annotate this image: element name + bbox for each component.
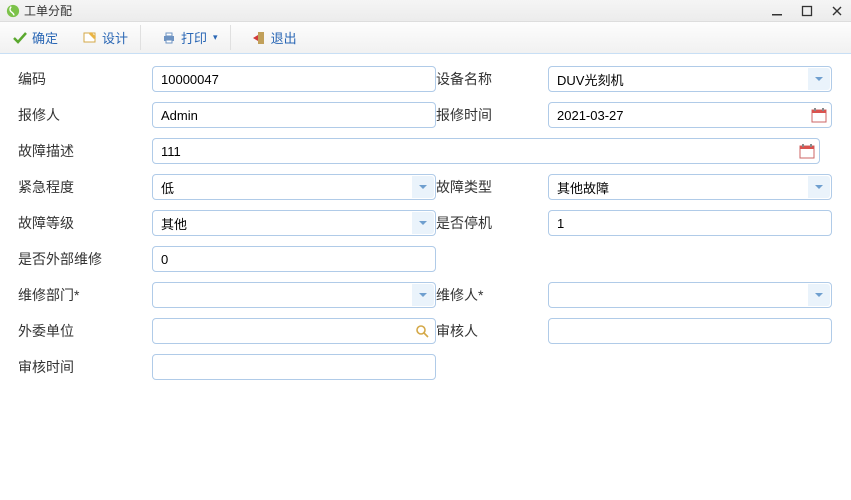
check-icon bbox=[12, 30, 28, 46]
app-icon bbox=[6, 4, 20, 18]
code-field[interactable] bbox=[152, 66, 436, 92]
label-code: 编码 bbox=[18, 69, 152, 89]
repair-dept-field[interactable] bbox=[152, 282, 436, 308]
label-repair-dept: 维修部门* bbox=[18, 285, 152, 305]
is-stopped-input[interactable] bbox=[557, 211, 823, 235]
calendar-icon[interactable] bbox=[799, 143, 815, 159]
search-icon[interactable] bbox=[415, 324, 429, 338]
confirm-label: 确定 bbox=[32, 28, 58, 47]
urgency-dropdown-icon[interactable] bbox=[412, 176, 434, 198]
minimize-button[interactable] bbox=[769, 3, 785, 19]
close-button[interactable] bbox=[829, 3, 845, 19]
urgency-field[interactable] bbox=[152, 174, 436, 200]
label-is-stopped: 是否停机 bbox=[436, 213, 548, 233]
window-title: 工单分配 bbox=[24, 2, 769, 19]
design-button[interactable]: 设计 bbox=[78, 25, 141, 50]
maximize-button[interactable] bbox=[799, 3, 815, 19]
fault-level-dropdown-icon[interactable] bbox=[412, 212, 434, 234]
label-urgency: 紧急程度 bbox=[18, 177, 152, 197]
report-time-input[interactable] bbox=[557, 103, 823, 127]
label-repairer: 维修人* bbox=[436, 285, 548, 305]
audit-time-input[interactable] bbox=[161, 355, 427, 379]
calendar-icon[interactable] bbox=[811, 107, 827, 123]
print-button[interactable]: 打印 ▾ bbox=[157, 25, 231, 50]
exit-label: 退出 bbox=[271, 28, 297, 47]
exit-button[interactable]: 退出 bbox=[247, 25, 301, 50]
device-name-dropdown-icon[interactable] bbox=[808, 68, 830, 90]
fault-type-input[interactable] bbox=[557, 175, 823, 199]
auditor-input[interactable] bbox=[557, 319, 823, 343]
label-fault-type: 故障类型 bbox=[436, 177, 548, 197]
exit-icon bbox=[251, 30, 267, 46]
repairer-input[interactable] bbox=[557, 283, 823, 307]
is-external-input[interactable] bbox=[161, 247, 427, 271]
fault-desc-field[interactable] bbox=[152, 138, 820, 164]
print-label: 打印 bbox=[181, 28, 207, 47]
outsource-unit-input[interactable] bbox=[161, 319, 427, 343]
confirm-button[interactable]: 确定 bbox=[8, 25, 62, 50]
label-outsource-unit: 外委单位 bbox=[18, 321, 152, 341]
outsource-unit-field[interactable] bbox=[152, 318, 436, 344]
form-area: 编码 设备名称 报修人 报修时间 故障描述 紧急程度 故障类型 故障等级 是否停… bbox=[0, 54, 851, 398]
fault-level-field[interactable] bbox=[152, 210, 436, 236]
label-auditor: 审核人 bbox=[436, 321, 548, 341]
repairer-field[interactable] bbox=[548, 282, 832, 308]
label-device-name: 设备名称 bbox=[436, 69, 548, 89]
report-time-field[interactable] bbox=[548, 102, 832, 128]
reporter-input[interactable] bbox=[161, 103, 427, 127]
design-icon bbox=[82, 30, 98, 46]
fault-type-field[interactable] bbox=[548, 174, 832, 200]
fault-desc-input[interactable] bbox=[161, 139, 811, 163]
reporter-field[interactable] bbox=[152, 102, 436, 128]
label-fault-desc: 故障描述 bbox=[18, 141, 152, 161]
label-report-time: 报修时间 bbox=[436, 105, 548, 125]
audit-time-field[interactable] bbox=[152, 354, 436, 380]
fault-level-input[interactable] bbox=[161, 211, 427, 235]
toolbar: 确定 设计 打印 ▾ 退出 bbox=[0, 22, 851, 54]
code-input[interactable] bbox=[161, 67, 427, 91]
label-fault-level: 故障等级 bbox=[18, 213, 152, 233]
design-label: 设计 bbox=[102, 28, 128, 47]
window-titlebar: 工单分配 bbox=[0, 0, 851, 22]
is-external-field[interactable] bbox=[152, 246, 436, 272]
device-name-input[interactable] bbox=[557, 67, 823, 91]
device-name-field[interactable] bbox=[548, 66, 832, 92]
is-stopped-field[interactable] bbox=[548, 210, 832, 236]
repair-dept-input[interactable] bbox=[161, 283, 427, 307]
fault-type-dropdown-icon[interactable] bbox=[808, 176, 830, 198]
repair-dept-dropdown-icon[interactable] bbox=[412, 284, 434, 306]
repairer-dropdown-icon[interactable] bbox=[808, 284, 830, 306]
urgency-input[interactable] bbox=[161, 175, 427, 199]
chevron-down-icon: ▾ bbox=[213, 32, 218, 43]
label-is-external: 是否外部维修 bbox=[18, 249, 152, 269]
label-reporter: 报修人 bbox=[18, 105, 152, 125]
auditor-field[interactable] bbox=[548, 318, 832, 344]
label-audit-time: 审核时间 bbox=[18, 357, 152, 377]
printer-icon bbox=[161, 30, 177, 46]
